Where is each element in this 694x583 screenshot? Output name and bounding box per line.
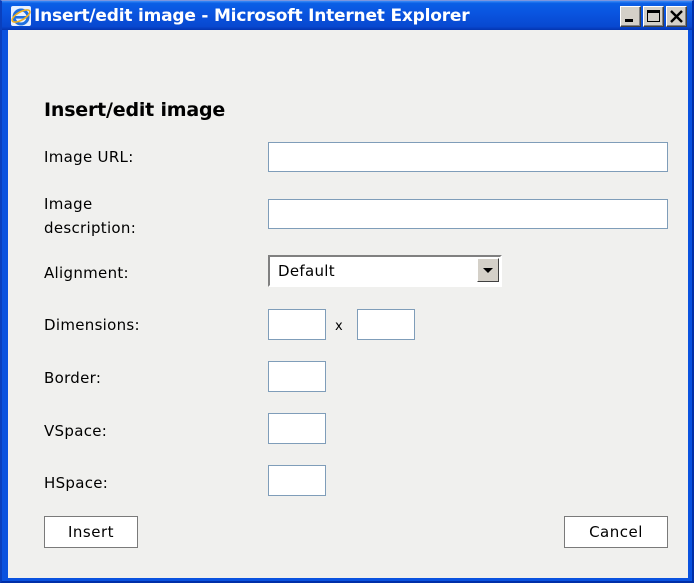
window-title: Insert/edit image - Microsoft Internet E… bbox=[34, 6, 470, 26]
maximize-icon[interactable] bbox=[643, 6, 664, 27]
image-description-label-line2: description: bbox=[44, 219, 137, 237]
width-input[interactable] bbox=[268, 309, 326, 340]
dropdown-arrow-icon[interactable] bbox=[477, 258, 499, 282]
border-input[interactable] bbox=[268, 361, 326, 392]
hspace-label: HSpace: bbox=[44, 474, 109, 492]
image-description-label-line1: Image bbox=[44, 195, 93, 213]
title-bar[interactable]: Insert/edit image - Microsoft Internet E… bbox=[2, 1, 692, 30]
alignment-label: Alignment: bbox=[44, 264, 129, 282]
border-label: Border: bbox=[44, 369, 102, 387]
vspace-label: VSpace: bbox=[44, 422, 108, 440]
insert-button[interactable]: Insert bbox=[44, 516, 138, 548]
height-input[interactable] bbox=[357, 309, 415, 340]
image-description-input[interactable] bbox=[268, 199, 668, 229]
cancel-button[interactable]: Cancel bbox=[564, 516, 668, 548]
alignment-selected-value: Default bbox=[278, 262, 335, 280]
minimize-icon[interactable] bbox=[620, 6, 641, 27]
page-title: Insert/edit image bbox=[44, 99, 226, 121]
dimensions-label: Dimensions: bbox=[44, 316, 140, 334]
alignment-select[interactable]: Default bbox=[268, 255, 502, 287]
dialog-window: Insert/edit image - Microsoft Internet E… bbox=[0, 0, 694, 583]
hspace-input[interactable] bbox=[268, 465, 326, 496]
close-icon[interactable] bbox=[666, 6, 687, 27]
image-url-label: Image URL: bbox=[44, 148, 134, 166]
image-url-input[interactable] bbox=[268, 142, 668, 172]
internet-explorer-icon bbox=[10, 5, 32, 27]
dimensions-separator: x bbox=[335, 319, 343, 334]
vspace-input[interactable] bbox=[268, 413, 326, 444]
